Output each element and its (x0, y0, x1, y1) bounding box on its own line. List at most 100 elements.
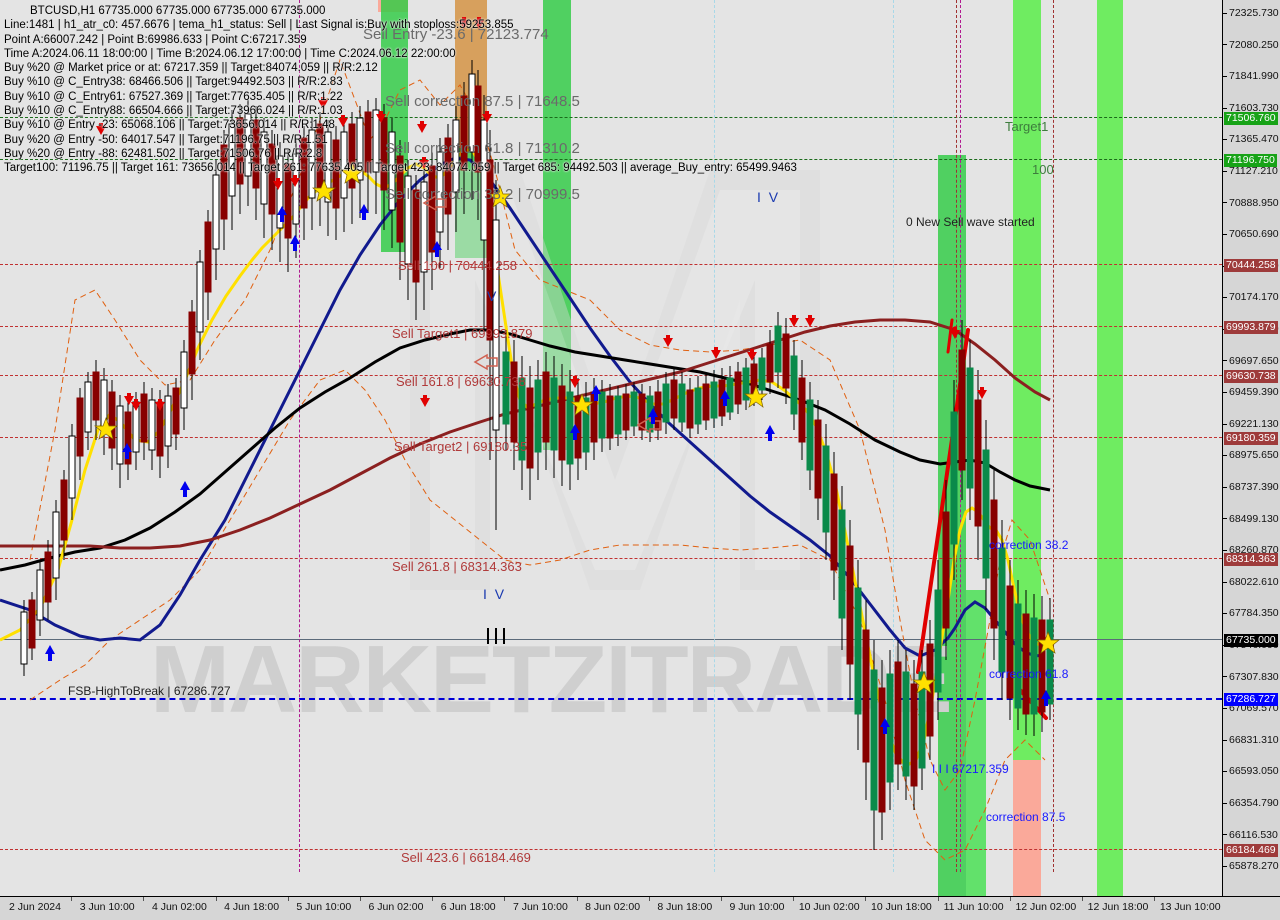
time-tick-separator (937, 897, 939, 901)
time-tick: 6 Jun 18:00 (440, 901, 496, 913)
price-tick: 66831.310 (1223, 734, 1279, 746)
target100-label: 100 (1032, 162, 1054, 177)
sell-signal-arrow (96, 123, 106, 135)
sell-signal-arrow (290, 175, 300, 187)
correction-618-label: correction 61.8 (989, 667, 1069, 681)
buy-signal-arrow (720, 390, 730, 406)
buy-signal-arrow (290, 235, 300, 251)
wave-v-marker: V (487, 288, 499, 304)
price-level-badge: 71196.750 (1224, 154, 1277, 167)
price-tick: 70174.170 (1223, 292, 1279, 303)
sell-signal-arrow (420, 395, 430, 407)
buy-signal-arrow (180, 481, 190, 497)
sell-signal-arrow (318, 97, 328, 109)
sell-correction-618-label: Sell correction 61.8 | 71310.2 (385, 140, 580, 157)
time-tick: 11 Jun 10:00 (943, 901, 1004, 913)
sell-2618-label: Sell 261.8 | 68314.363 (392, 559, 522, 574)
sell-signal-arrow (747, 349, 757, 361)
time-tick: 4 Jun 18:00 (224, 901, 280, 913)
wave-iv-marker-low: I V (483, 586, 507, 602)
sell-target1-label: Sell Target1 | 69993.879 (392, 326, 533, 341)
price-tick: 69697.650 (1223, 355, 1279, 367)
sell-signal-arrow (273, 178, 283, 190)
price-tick: 72325.730 (1223, 8, 1279, 19)
time-tick-separator (360, 897, 361, 901)
sell-signal-arrow (977, 387, 987, 399)
time-tick-separator (793, 897, 795, 901)
time-tick-separator (1154, 897, 1156, 901)
buy-signal-arrow (277, 206, 287, 222)
fsb-hightobreak-label: FSB-HighToBreak | 67286.727 (68, 684, 231, 698)
buy-signal-arrow (648, 408, 658, 424)
time-tick-separator (721, 897, 722, 901)
sell-target2-label: Sell Target2 | 69180.35 (394, 439, 528, 454)
price-tick: 66116.530 (1223, 829, 1278, 841)
sell-signal-arrow (419, 157, 429, 169)
new-sell-wave-label: 0 New Sell wave started (906, 215, 1035, 229)
time-tick: 12 Jun 02:00 (1015, 901, 1077, 913)
price-tick: 68975.650 (1223, 450, 1279, 461)
time-tick-separator (143, 897, 145, 901)
sell-entry-label: Sell Entry -23.6 | 72123.774 (363, 26, 549, 43)
price-tick: 69459.390 (1223, 387, 1279, 398)
buy-signal-arrow (570, 424, 580, 440)
sell-signal-arrow (789, 315, 799, 327)
price-tick: 71841.990 (1223, 71, 1279, 82)
chart-plot-area[interactable]: MARKETZITRADE Sell Entry -23.6 | 72123.7… (0, 0, 1222, 896)
time-tick-separator (215, 897, 217, 901)
time-tick: 4 Jun 02:00 (151, 901, 207, 913)
sell-signal-arrow (950, 327, 960, 339)
time-tick: 10 Jun 18:00 (871, 901, 932, 913)
time-tick-separator (1009, 897, 1011, 901)
wave-iv-marker-mid: I V (757, 189, 781, 205)
price-scale[interactable]: 72325.730 72080.250 71841.990 71603.730 7136… (1222, 0, 1280, 896)
price-level-badge: 68314.363 (1224, 553, 1278, 566)
sell-signal-arrow (131, 399, 141, 411)
price-tick: 71127.210 (1223, 166, 1278, 177)
price-tick: 71365.470 (1223, 134, 1279, 145)
price-level-badge: 69993.879 (1224, 321, 1278, 334)
buy-signal-arrow (591, 385, 601, 401)
time-tick: 13 Jun 10:00 (1159, 901, 1221, 913)
price-level-badge: 69180.359 (1224, 432, 1278, 445)
metatrader-chart-window: MARKETZITRADE Sell Entry -23.6 | 72123.7… (0, 0, 1280, 920)
buy-signal-arrow (122, 443, 132, 459)
point-c-level-label: I I I 67217.359 (932, 762, 1009, 776)
price-tick: 66593.050 (1223, 766, 1279, 777)
time-tick: 8 Jun 02:00 (585, 901, 641, 913)
sell-signal-arrow (417, 121, 427, 133)
price-level-badge: 66184.469 (1224, 844, 1278, 857)
price-tick: 68737.390 (1223, 482, 1279, 493)
sell-4236-label: Sell 423.6 | 66184.469 (401, 850, 531, 865)
sell-1618-label: Sell 161.8 | 69630.738 (396, 374, 526, 389)
sell-signal-arrow (663, 335, 673, 347)
time-tick: 10 Jun 02:00 (798, 901, 860, 913)
price-level-badge: 70444.258 (1224, 259, 1278, 272)
price-tick: 69221.130 (1223, 418, 1279, 430)
sell-correction-382-label: Sell correction 38.2 | 70999.5 (385, 186, 580, 203)
time-tick-separator (648, 897, 650, 901)
price-tick: 70650.690 (1223, 229, 1279, 240)
price-tick: 65878.270 (1223, 861, 1279, 872)
time-tick: 2 Jun 2024 (9, 901, 61, 913)
time-scale[interactable]: 2 Jun 2024 3 Jun 10:00 4 Jun 02:00 4 Jun 18… (0, 896, 1280, 920)
time-tick: 12 Jun 18:00 (1087, 901, 1149, 913)
time-tick: 8 Jun 18:00 (657, 901, 713, 913)
sell-signal-arrow (805, 315, 815, 327)
time-tick-separator (1082, 897, 1083, 901)
price-level-badge: 71506.760 (1224, 112, 1278, 125)
time-tick-separator (504, 897, 506, 901)
time-tick-separator (576, 897, 578, 901)
price-tick: 68022.610 (1223, 576, 1279, 588)
price-tick: 72080.250 (1223, 39, 1279, 51)
time-tick-separator (432, 897, 434, 901)
buy-signal-arrow (1041, 690, 1051, 706)
buy-signal-arrow (765, 425, 775, 441)
wave-tick-markers (487, 628, 505, 644)
sell-signal-arrow (711, 347, 721, 359)
sell-signal-arrow (376, 111, 386, 123)
sell-signal-arrow (570, 376, 580, 388)
time-tick: 6 Jun 02:00 (368, 901, 424, 913)
time-tick-separator (287, 897, 289, 901)
sell-signal-arrow (155, 399, 165, 411)
